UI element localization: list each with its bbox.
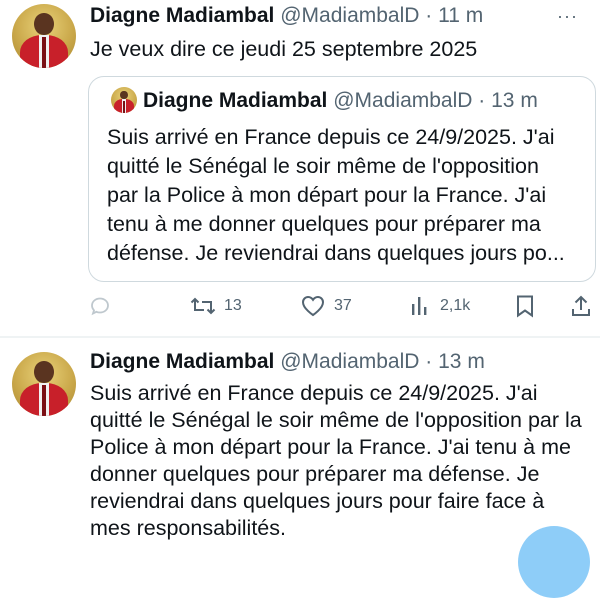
bookmark-icon — [517, 295, 533, 318]
reply-icon — [91, 297, 109, 316]
tweet-text-line: quitté le Sénégal le soir même de l'oppo… — [90, 408, 582, 432]
views-count: 2,1k — [440, 297, 471, 314]
views-icon — [412, 297, 427, 315]
tweet-text-line: mes responsabilités. — [90, 516, 286, 540]
time-separator: · — [425, 350, 433, 373]
share-icon — [572, 295, 590, 316]
bookmark-button[interactable] — [514, 288, 536, 324]
author-handle[interactable]: @MadiambalD — [280, 4, 419, 27]
tweet-text: Suis arrivé en France depuis ce 24/9/202… — [90, 380, 596, 542]
time-separator: · — [425, 4, 433, 27]
quoted-text-line: Suis arrivé en France depuis ce 24/9/202… — [107, 125, 555, 149]
quoted-header: Diagne Madiambal @MadiambalD · 13 m — [143, 87, 538, 115]
quoted-author-handle: @MadiambalD — [333, 89, 473, 112]
quoted-text-line: tenu à me donner quelques pour préparer … — [107, 212, 541, 236]
retweet-count: 13 — [224, 297, 242, 314]
avatar[interactable] — [12, 4, 76, 68]
avatar[interactable] — [12, 352, 76, 416]
reply-button[interactable] — [88, 288, 112, 324]
share-button[interactable] — [570, 288, 592, 324]
quoted-text-line: défense. Je reviendrai dans quelques jou… — [107, 241, 565, 265]
tweet-text-line: Police à mon départ pour la France. J'ai… — [90, 435, 571, 459]
quoted-avatar — [111, 87, 137, 113]
quoted-tweet[interactable]: Diagne Madiambal @MadiambalD · 13 m Suis… — [88, 76, 596, 282]
quoted-timestamp: 13 m — [491, 89, 538, 112]
tweet-text: Je veux dire ce jeudi 25 septembre 2025 — [90, 37, 478, 61]
more-options-icon[interactable]: ··· — [557, 6, 578, 27]
quoted-time-separator: · — [478, 89, 486, 112]
author-handle[interactable]: @MadiambalD — [280, 350, 419, 373]
tweet-2[interactable]: Diagne Madiambal @MadiambalD · 13 m Suis… — [0, 338, 600, 598]
compose-fab[interactable] — [518, 526, 590, 598]
quoted-text-line: par la Police à mon départ pour la Franc… — [107, 183, 547, 207]
quoted-author-name: Diagne Madiambal — [143, 89, 328, 112]
retweet-icon — [190, 297, 216, 315]
timestamp[interactable]: 11 m — [438, 4, 483, 27]
tweet-text-line: reviendrai dans quelques jours pour fair… — [90, 489, 545, 513]
quoted-text: Suis arrivé en France depuis ce 24/9/202… — [107, 123, 585, 268]
author-name[interactable]: Diagne Madiambal — [90, 4, 274, 27]
tweet-text-line: donner quelques pour préparer ma défense… — [90, 462, 540, 486]
action-bar: 13 37 2,1k — [0, 288, 600, 324]
timestamp[interactable]: 13 m — [438, 350, 485, 373]
tweet-text-line: Suis arrivé en France depuis ce 24/9/202… — [90, 381, 538, 405]
tweet-header: Diagne Madiambal @MadiambalD · 13 m — [90, 348, 485, 376]
tweet-header: Diagne Madiambal @MadiambalD · 11 m — [90, 2, 483, 30]
heart-icon — [301, 295, 325, 317]
retweet-button[interactable]: 13 — [190, 288, 242, 324]
like-count: 37 — [334, 297, 352, 314]
quoted-text-line: quitté le Sénégal le soir même de l'oppo… — [107, 154, 539, 178]
tweet-1[interactable]: Diagne Madiambal @MadiambalD · 11 m ··· … — [0, 0, 600, 336]
author-name[interactable]: Diagne Madiambal — [90, 350, 274, 373]
views-button[interactable]: 2,1k — [410, 288, 470, 324]
like-button[interactable]: 37 — [300, 288, 352, 324]
